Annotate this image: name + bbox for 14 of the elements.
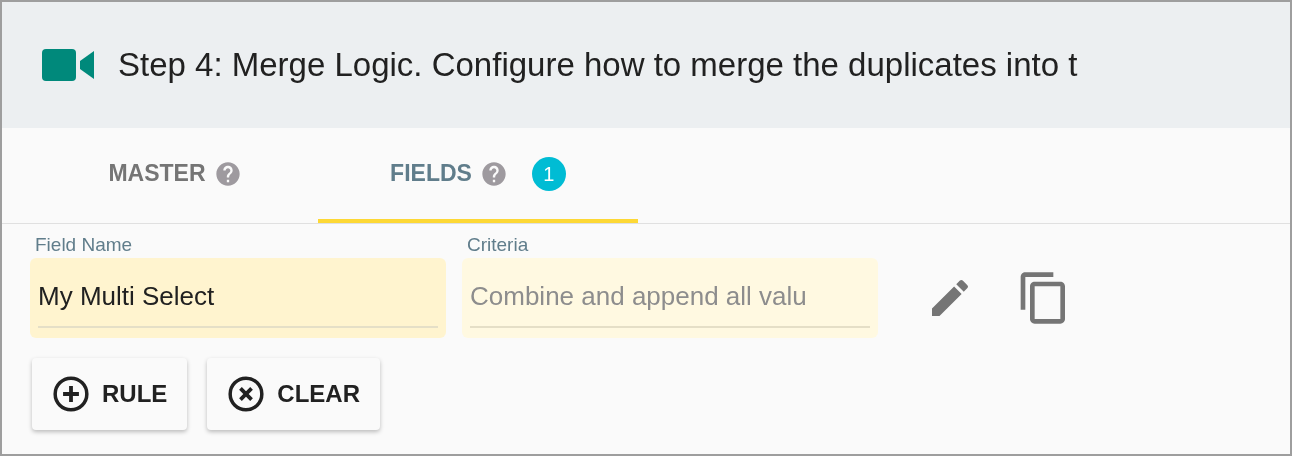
close-circle-icon [227, 375, 266, 413]
help-icon[interactable] [479, 159, 508, 188]
step-title: Step 4: Merge Logic. Configure how to merge the duplicates into t [118, 45, 1078, 86]
tab[interactable]: MASTER [32, 128, 318, 223]
field-label: Field Name [34, 233, 134, 257]
count-badge: 1 [531, 156, 566, 191]
action-button[interactable]: RULE [32, 358, 188, 430]
text-field[interactable]: My Multi Select [30, 258, 446, 338]
action-button[interactable]: CLEAR [207, 358, 380, 430]
video-camera-icon [40, 47, 96, 83]
help-icon[interactable] [213, 159, 242, 188]
field-label: Criteria [466, 233, 530, 257]
plus-circle-icon [52, 375, 90, 413]
tab[interactable]: FIELDS 1 [318, 128, 638, 223]
